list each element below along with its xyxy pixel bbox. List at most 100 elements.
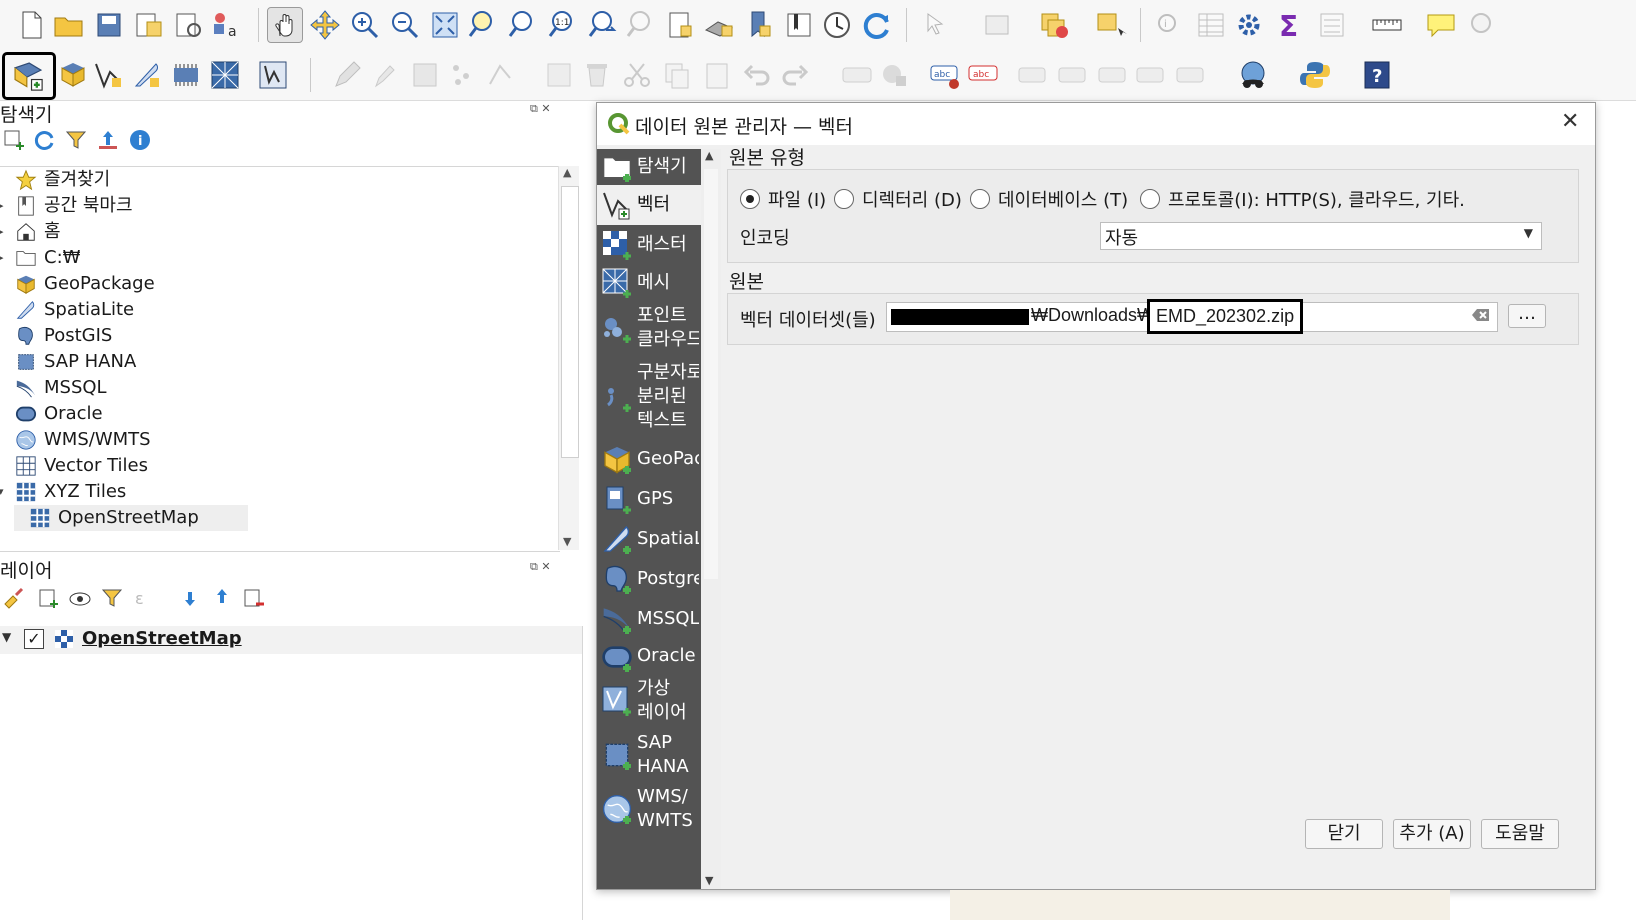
encoding-select[interactable]: 자동 ▼ bbox=[1100, 222, 1542, 250]
style-manager-icon[interactable]: a bbox=[210, 8, 244, 42]
nav-item[interactable]: GeoPackage bbox=[597, 439, 701, 479]
statistical-summary-icon[interactable]: Σ bbox=[1272, 8, 1306, 42]
expander-arrow-icon[interactable]: ▾ bbox=[0, 479, 4, 505]
radio-indicator[interactable] bbox=[740, 189, 760, 209]
expand-all-icon[interactable] bbox=[178, 586, 202, 610]
show-spatial-bookmarks-icon[interactable] bbox=[782, 8, 816, 42]
collapse-all-layers-icon[interactable] bbox=[210, 586, 234, 610]
zoom-next-icon[interactable] bbox=[624, 8, 658, 42]
zoom-native-icon[interactable]: 1:1 bbox=[546, 8, 580, 42]
layout-manager-icon[interactable] bbox=[172, 8, 206, 42]
change-label-icon[interactable] bbox=[1174, 58, 1208, 92]
refresh-icon[interactable] bbox=[32, 128, 56, 152]
browser-item[interactable]: ▸ 공간 북마크 bbox=[0, 193, 548, 219]
nav-item[interactable]: 구분자로 분리된 텍스트 bbox=[597, 355, 701, 439]
radio-indicator[interactable] bbox=[970, 189, 990, 209]
processing-toolbox-icon[interactable] bbox=[1232, 8, 1266, 42]
zoom-to-layer-icon[interactable] bbox=[506, 8, 540, 42]
radio-indicator[interactable] bbox=[834, 189, 854, 209]
nav-item[interactable]: 포인트 클라우드 bbox=[597, 301, 701, 355]
save-layer-edits-icon[interactable] bbox=[408, 58, 442, 92]
new-spatial-bookmark-icon[interactable] bbox=[742, 8, 776, 42]
deselect-all-icon[interactable] bbox=[1038, 8, 1072, 42]
refresh-icon[interactable] bbox=[860, 8, 894, 42]
pan-to-selection-icon[interactable] bbox=[308, 8, 342, 42]
copy-features-icon[interactable] bbox=[660, 58, 694, 92]
new-map-view-icon[interactable] bbox=[664, 8, 698, 42]
open-field-calculator-icon[interactable] bbox=[1316, 8, 1350, 42]
manage-map-themes-icon[interactable] bbox=[68, 586, 92, 610]
browser-item[interactable]: OpenStreetMap bbox=[14, 505, 248, 531]
temporal-controller-icon[interactable] bbox=[820, 8, 854, 42]
zoom-out-icon[interactable] bbox=[388, 8, 422, 42]
panel-float-close-controls[interactable]: ⧉ ✕ bbox=[530, 102, 551, 116]
browser-item[interactable]: 즐겨찾기 bbox=[0, 167, 548, 193]
nav-item[interactable]: SAP HANA bbox=[597, 729, 701, 781]
help-button[interactable]: 도움말 bbox=[1481, 819, 1559, 849]
browser-item[interactable]: Vector Tiles bbox=[0, 453, 548, 479]
new-shapefile-layer-icon[interactable] bbox=[92, 58, 126, 92]
browser-item[interactable]: WMS/WMTS bbox=[0, 427, 548, 453]
undo-icon[interactable] bbox=[740, 58, 774, 92]
browser-item[interactable]: ▸ 홈 bbox=[0, 219, 548, 245]
layer-visibility-checkbox[interactable]: ✓ bbox=[24, 629, 44, 649]
diagram-tool-icon[interactable] bbox=[878, 58, 912, 92]
unplaced-labels-icon[interactable]: abc bbox=[966, 58, 1000, 92]
nav-scrollbar[interactable]: ▲ ▼ bbox=[701, 149, 721, 889]
collapse-all-icon[interactable] bbox=[96, 128, 120, 152]
nav-item[interactable]: WMS/ WMTS bbox=[597, 781, 701, 837]
select-features-icon[interactable] bbox=[980, 8, 1014, 42]
zoom-to-selection-icon[interactable] bbox=[466, 8, 500, 42]
nav-item[interactable]: 벡터 bbox=[597, 185, 701, 225]
browser-item[interactable]: SpatiaLite bbox=[0, 297, 548, 323]
clear-input-icon[interactable] bbox=[1471, 306, 1491, 324]
redo-icon[interactable] bbox=[778, 58, 812, 92]
nav-item[interactable]: GPS bbox=[597, 479, 701, 519]
layers-panel-float-close-controls[interactable]: ⧉ ✕ bbox=[530, 560, 551, 574]
add-group-icon[interactable] bbox=[36, 586, 60, 610]
expander-arrow-icon[interactable]: ▸ bbox=[0, 219, 4, 245]
filter-legend-icon[interactable] bbox=[100, 586, 124, 610]
browser-item[interactable]: Oracle bbox=[0, 401, 548, 427]
nav-item[interactable]: 래스터 bbox=[597, 225, 701, 265]
new-virtual-layer-icon[interactable] bbox=[208, 58, 242, 92]
expander-arrow-icon[interactable]: ▸ bbox=[0, 193, 4, 219]
filter-browser-icon[interactable] bbox=[64, 128, 88, 152]
nav-item[interactable]: 탐색기 bbox=[597, 149, 701, 185]
add-button[interactable]: 추가 (A) bbox=[1393, 819, 1471, 849]
rotate-label-icon[interactable] bbox=[1134, 58, 1168, 92]
filter-by-expression-icon[interactable]: ε bbox=[132, 586, 156, 610]
radio-indicator[interactable] bbox=[1140, 189, 1160, 209]
add-selected-layers-icon[interactable] bbox=[2, 128, 26, 152]
zoom-full-icon[interactable] bbox=[428, 8, 462, 42]
browse-button[interactable]: … bbox=[1508, 304, 1546, 328]
identify-icon[interactable]: i bbox=[1152, 8, 1186, 42]
nav-item[interactable]: 메시 bbox=[597, 265, 701, 301]
expander-arrow-icon[interactable]: ▸ bbox=[0, 245, 4, 271]
zoom-last-icon[interactable] bbox=[586, 8, 620, 42]
new-vector-tile-layer-icon[interactable] bbox=[256, 58, 290, 92]
dataset-path-input[interactable]: ₩Downloads₩ EMD_202302.zip bbox=[886, 299, 1498, 334]
nav-item[interactable]: Oracle bbox=[597, 639, 701, 673]
pan-map-icon[interactable] bbox=[267, 7, 303, 43]
open-project-icon[interactable] bbox=[52, 8, 86, 42]
new-print-layout-icon[interactable] bbox=[132, 8, 166, 42]
browser-item[interactable]: SAP HANA bbox=[0, 349, 548, 375]
nav-item[interactable]: MSSQL bbox=[597, 599, 701, 639]
select-by-location-icon[interactable] bbox=[1094, 8, 1128, 42]
save-project-icon[interactable] bbox=[92, 8, 126, 42]
layer-name[interactable]: OpenStreetMap bbox=[82, 628, 242, 649]
map-tips-icon[interactable] bbox=[1424, 8, 1458, 42]
browser-item[interactable]: ▸ C:₩ bbox=[0, 245, 548, 271]
remove-layer-icon[interactable] bbox=[242, 586, 266, 610]
identify-features-icon[interactable] bbox=[920, 8, 954, 42]
locator-icon[interactable] bbox=[1466, 8, 1500, 42]
pin-labels-icon[interactable] bbox=[1016, 58, 1050, 92]
attribute-table-icon[interactable] bbox=[1194, 8, 1228, 42]
new-project-icon[interactable] bbox=[14, 8, 48, 42]
browser-item[interactable]: PostGIS bbox=[0, 323, 548, 349]
close-icon[interactable]: ✕ bbox=[1561, 109, 1579, 134]
new-temporary-scratch-layer-icon[interactable] bbox=[170, 58, 204, 92]
new-spatialite-layer-icon[interactable] bbox=[130, 58, 164, 92]
info-icon[interactable]: i bbox=[128, 128, 152, 152]
